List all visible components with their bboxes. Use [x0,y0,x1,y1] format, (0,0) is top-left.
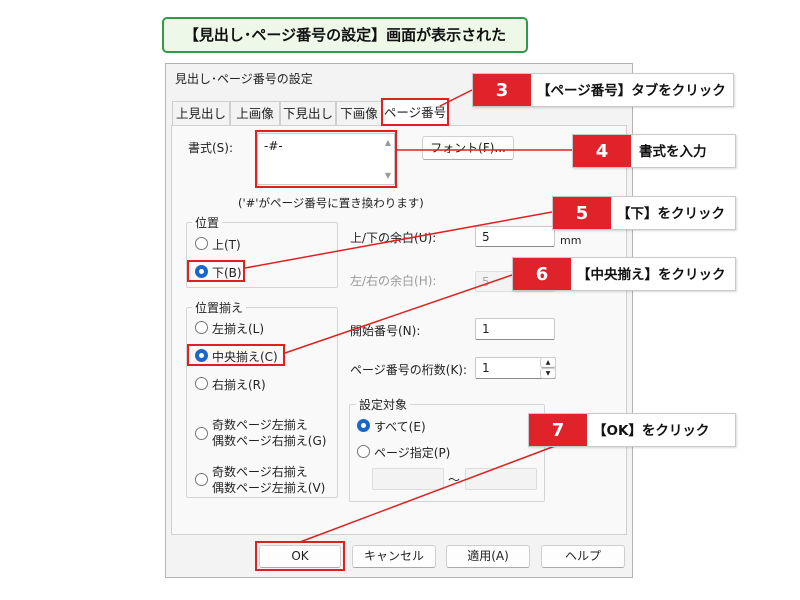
format-label: 書式(S): [188,141,234,155]
radio-align-left[interactable] [195,321,208,334]
callout-6-number: 6 [513,258,571,290]
callout-4: 4 書式を入力 [572,134,736,168]
callout-3-text: 【ページ番号】タブをクリック [537,83,726,99]
dialog-title: 見出し･ページ番号の設定 [175,72,313,86]
target-group-title: 設定対象 [356,396,411,413]
highlight-format [255,130,397,188]
callout-6: 6 【中央揃え】をクリック [512,257,736,291]
position-group-title: 位置 [192,214,223,231]
radio-odd-left-label-1: 奇数ページ左揃え [212,418,308,432]
radio-odd-right-label-2: 偶数ページ左揃え(V) [212,481,326,495]
apply-button[interactable]: 適用(A) [446,545,530,568]
page-from-input[interactable] [372,468,444,490]
margin-lr-label: 左/右の余白(H): [350,274,437,288]
radio-odd-right-label-1: 奇数ページ右揃え [212,465,308,479]
radio-odd-left[interactable] [195,427,208,440]
margin-tb-unit: mm [560,234,582,247]
format-note: ('#'がページ番号に置き換わります) [238,196,424,210]
digits-up-icon[interactable]: ▲ [540,357,556,368]
callout-7: 7 【OK】をクリック [528,413,736,447]
highlight-page-number-tab [381,98,449,126]
radio-target-all-label: すべて(E) [374,420,426,434]
callout-5: 5 【下】をクリック [552,196,736,230]
tilde: ～ [448,473,461,487]
radio-odd-right[interactable] [195,473,208,486]
callout-6-text: 【中央揃え】をクリック [577,267,726,283]
radio-top-label: 上(T) [212,238,241,252]
start-number-label: 開始番号(N): [350,324,421,338]
step-caption: 【見出し･ページ番号の設定】画面が表示された [162,17,528,53]
start-number-input[interactable]: 1 [475,318,555,340]
callout-3: 3 【ページ番号】タブをクリック [472,73,734,107]
page-to-input[interactable] [465,468,537,490]
tab-top-image[interactable]: 上画像 [230,101,280,125]
margin-tb-label: 上/下の余白(U): [350,231,437,245]
margin-tb-input[interactable]: 5 [475,226,555,247]
tab-top-heading[interactable]: 上見出し [172,101,230,125]
font-button[interactable]: フォント(F)... [422,136,514,160]
tab-bottom-image[interactable]: 下画像 [336,101,382,125]
callout-3-number: 3 [473,74,531,106]
callout-4-text: 書式を入力 [639,144,707,160]
radio-target-pages[interactable] [357,445,370,458]
callout-7-number: 7 [529,414,587,446]
digits-label: ページ番号の桁数(K): [350,363,468,377]
radio-align-right[interactable] [195,377,208,390]
radio-target-all[interactable] [357,419,370,432]
radio-align-left-label: 左揃え(L) [212,322,265,336]
callout-5-number: 5 [553,197,611,229]
alignment-group-title: 位置揃え [192,299,247,316]
highlight-bottom [187,260,245,282]
digits-down-icon[interactable]: ▼ [540,368,556,379]
radio-align-right-label: 右揃え(R) [212,378,266,392]
highlight-center [187,344,285,366]
callout-7-text: 【OK】をクリック [593,423,710,439]
callout-4-number: 4 [573,135,631,167]
radio-top[interactable] [195,237,208,250]
cancel-button[interactable]: キャンセル [352,545,436,568]
callout-5-text: 【下】をクリック [617,206,725,222]
radio-odd-left-label-2: 偶数ページ右揃え(G) [212,434,327,448]
radio-target-pages-label: ページ指定(P) [374,446,451,460]
help-button[interactable]: ヘルプ [541,545,625,568]
highlight-ok [255,541,345,571]
tab-bottom-heading[interactable]: 下見出し [280,101,336,125]
